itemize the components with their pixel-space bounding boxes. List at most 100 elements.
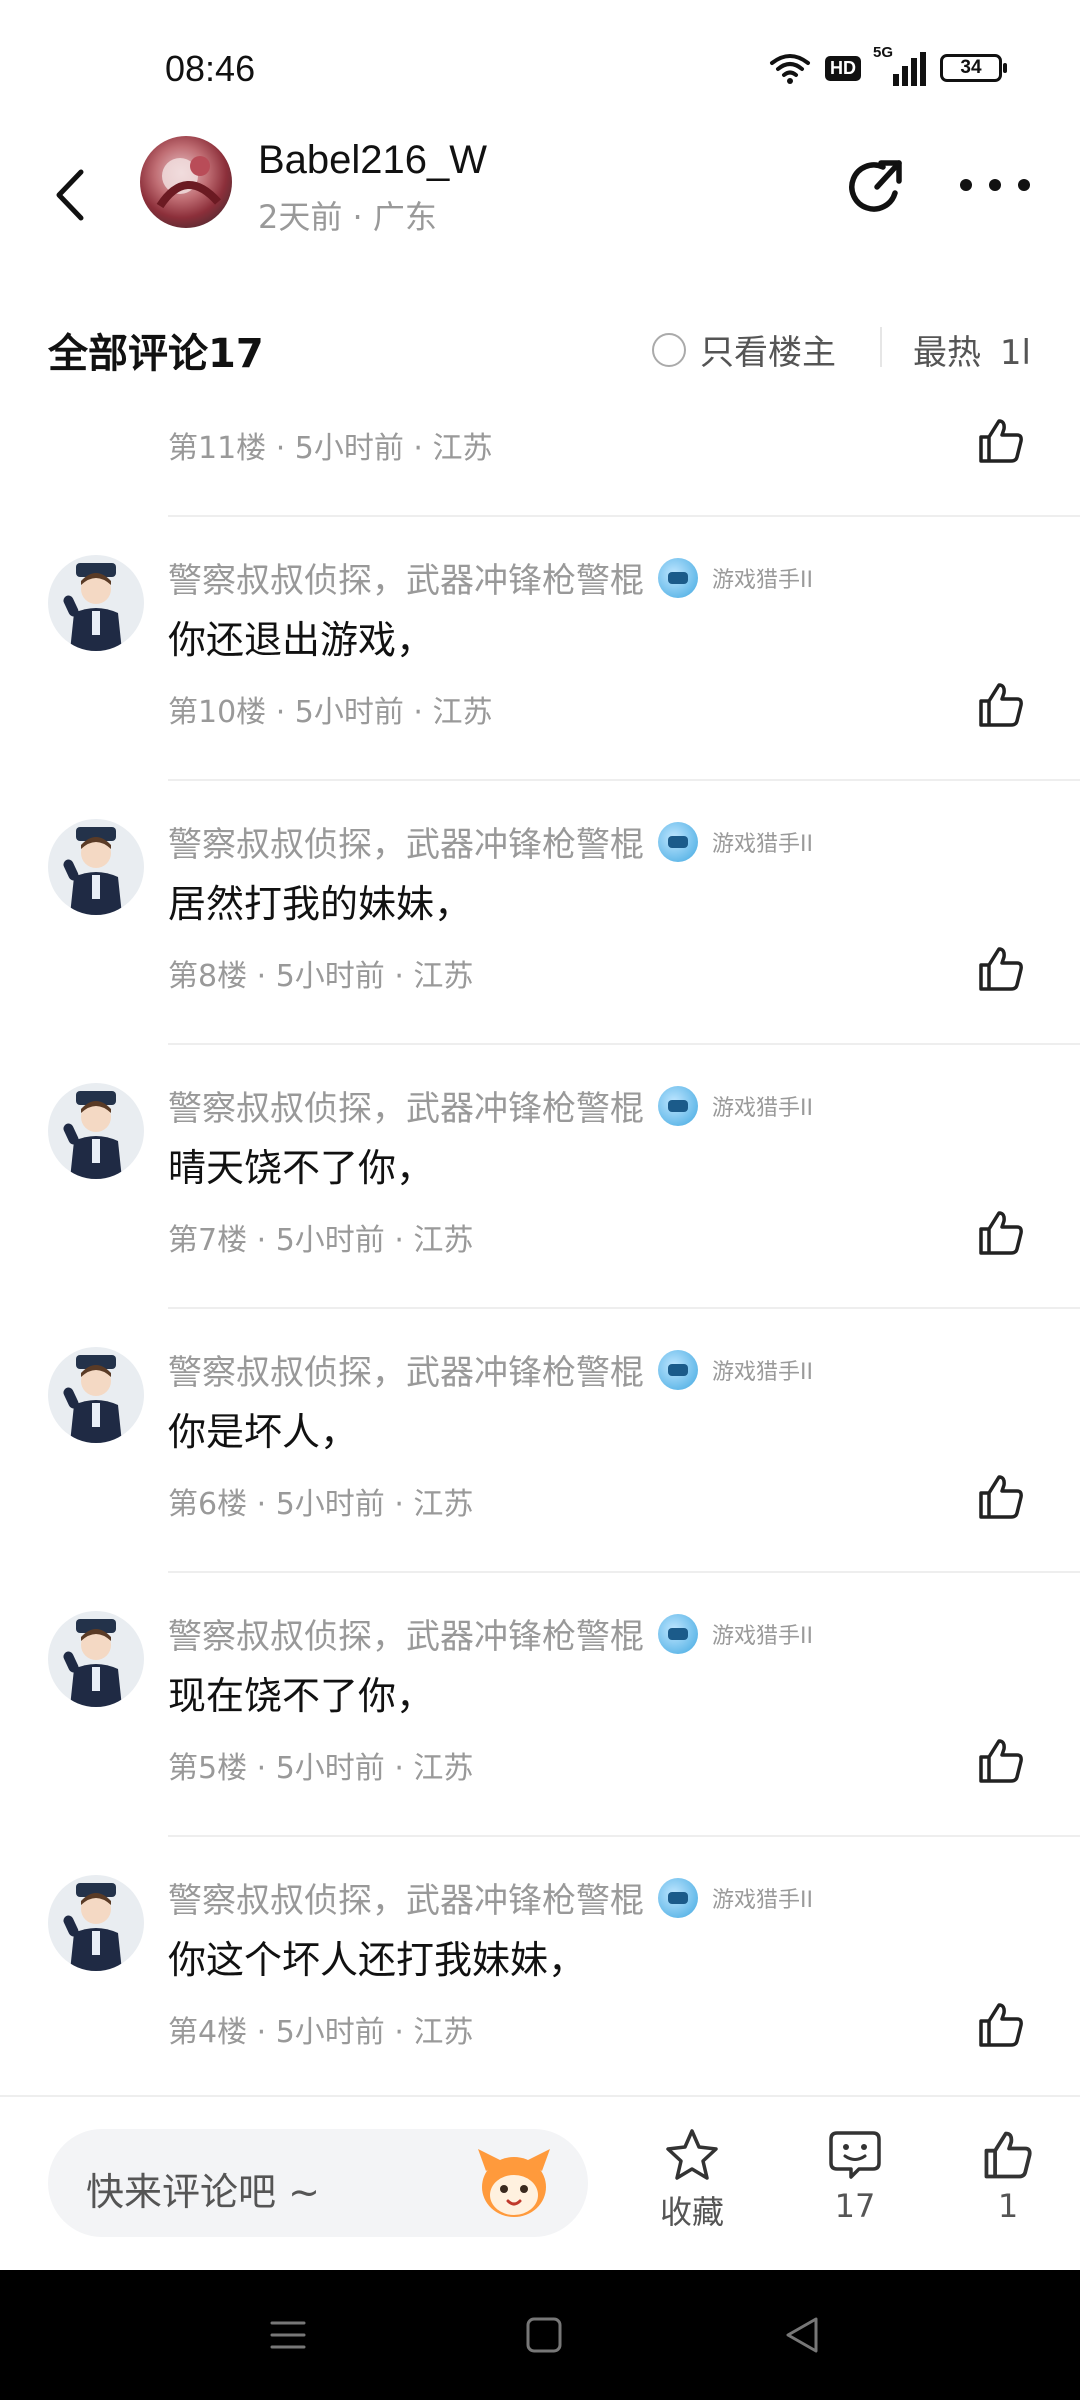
comment-meta: 第8楼 · 5小时前 · 江苏 xyxy=(168,959,474,994)
comments-title: 全部评论17 xyxy=(48,331,264,377)
thumbs-up-icon xyxy=(979,947,1023,991)
bottom-action-bar: 快来评论吧 ~ 收藏 17 1 xyxy=(0,2095,1080,2270)
police-avatar-icon xyxy=(63,1355,122,1443)
user-avatar[interactable] xyxy=(48,1875,144,1971)
comment-input[interactable]: 快来评论吧 ~ xyxy=(48,2129,588,2237)
dot-icon xyxy=(989,179,1001,191)
comment-user-row: 警察叔叔侦探，武器冲锋枪警棍 游戏猎手II xyxy=(168,1873,813,1922)
sort-label: 最热 xyxy=(913,333,981,373)
comment-username[interactable]: 警察叔叔侦探，武器冲锋枪警棍 xyxy=(168,553,644,602)
chevron-left-icon xyxy=(56,169,84,221)
sort-icon: 1l xyxy=(999,333,1031,373)
triangle-back-icon xyxy=(786,2317,818,2353)
thumbs-up-icon xyxy=(979,683,1023,727)
comment-username[interactable]: 警察叔叔侦探，武器冲锋枪警棍 xyxy=(168,1081,644,1130)
comment-meta: 第10楼 · 5小时前 · 江苏 xyxy=(168,695,493,730)
level-label: 游戏猎手II xyxy=(712,1359,813,1385)
wifi-icon xyxy=(770,54,810,84)
comment-meta: 第7楼 · 5小时前 · 江苏 xyxy=(168,1223,474,1258)
avatar-art-icon xyxy=(156,156,221,209)
level-badge-icon xyxy=(658,1613,698,1654)
share-icon xyxy=(849,160,902,212)
thumbs-up-icon xyxy=(979,1739,1023,1783)
comment-item[interactable]: 警察叔叔侦探，武器冲锋枪警棍 游戏猎手II 晴天饶不了你， 第7楼 · 5小时前… xyxy=(0,1045,1080,1309)
like-button[interactable] xyxy=(975,1471,1027,1523)
recent-apps-button[interactable] xyxy=(258,2310,318,2360)
like-button[interactable] xyxy=(975,415,1027,467)
comment-text: 居然打我的妹妹， xyxy=(168,882,473,926)
level-label: 游戏猎手II xyxy=(712,1887,813,1913)
author-meta: 2天前 · 广东 xyxy=(258,198,437,236)
home-button[interactable] xyxy=(514,2310,574,2360)
comment-user-row: 警察叔叔侦探，武器冲锋枪警棍 游戏猎手II xyxy=(168,1081,813,1130)
status-bar: 08:46 HD 5G 34 xyxy=(0,0,1080,130)
thumbs-up-icon xyxy=(979,1211,1023,1255)
level-label: 游戏猎手II xyxy=(712,1623,813,1649)
user-avatar[interactable] xyxy=(48,555,144,651)
battery-icon: 34 xyxy=(940,54,1007,82)
comment-text: 现在饶不了你， xyxy=(168,1674,435,1718)
like-button[interactable] xyxy=(975,1999,1027,2051)
user-avatar[interactable] xyxy=(48,819,144,915)
back-button[interactable] xyxy=(45,160,95,230)
like-count: 1 xyxy=(997,2187,1019,2225)
comments-list[interactable]: 第11楼 · 5小时前 · 江苏 警察叔叔侦探，武器冲锋枪警棍 游戏猎手II 你… xyxy=(0,385,1080,2095)
star-icon xyxy=(666,2129,718,2180)
share-button[interactable] xyxy=(845,155,909,219)
comment-item[interactable]: 警察叔叔侦探，武器冲锋枪警棍 游戏猎手II 居然打我的妹妹， 第8楼 · 5小时… xyxy=(0,781,1080,1045)
level-badge-icon xyxy=(658,1085,698,1126)
level-badge-icon xyxy=(658,557,698,598)
level-badge-icon xyxy=(658,1349,698,1390)
comment-text: 晴天饶不了你， xyxy=(168,1146,435,1190)
comment-user-row: 警察叔叔侦探，武器冲锋枪警棍 游戏猎手II xyxy=(168,817,813,866)
favorite-button[interactable]: 收藏 xyxy=(632,2127,752,2233)
back-nav-button[interactable] xyxy=(772,2310,832,2360)
thumbs-up-icon xyxy=(979,2003,1023,2047)
like-button[interactable] xyxy=(975,1207,1027,1259)
level-label: 游戏猎手II xyxy=(712,1095,813,1121)
favorite-label: 收藏 xyxy=(659,2193,724,2231)
level-badge-icon xyxy=(658,821,698,862)
level-badge-icon xyxy=(658,1877,698,1918)
like-button[interactable] xyxy=(975,943,1027,995)
comment-meta: 第4楼 · 5小时前 · 江苏 xyxy=(168,2015,474,2050)
comment-username[interactable]: 警察叔叔侦探，武器冲锋枪警棍 xyxy=(168,1345,644,1394)
comment-user-row: 警察叔叔侦探，武器冲锋枪警棍 游戏猎手II xyxy=(168,553,813,602)
square-home-icon xyxy=(526,2317,562,2353)
author-name[interactable]: Babel216_W xyxy=(258,138,487,183)
like-button[interactable] xyxy=(975,679,1027,731)
comment-text: 你还退出游戏， xyxy=(168,618,435,662)
level-label: 游戏猎手II xyxy=(712,567,813,593)
comment-username[interactable]: 警察叔叔侦探，武器冲锋枪警棍 xyxy=(168,1609,644,1658)
only-op-toggle[interactable]: 只看楼主 xyxy=(652,325,836,374)
author-avatar[interactable] xyxy=(140,136,232,228)
comment-item[interactable]: 警察叔叔侦探，武器冲锋枪警棍 游戏猎手II 你这个坏人还打我妹妹， 第4楼 · … xyxy=(0,1837,1080,2095)
like-post-button[interactable]: 1 xyxy=(948,2127,1068,2225)
police-avatar-icon xyxy=(63,1091,122,1179)
police-avatar-icon xyxy=(63,1883,122,1971)
comment-username[interactable]: 警察叔叔侦探，武器冲锋枪警棍 xyxy=(168,1873,644,1922)
comment-text: 你这个坏人还打我妹妹， xyxy=(168,1938,587,1982)
like-button[interactable] xyxy=(975,1735,1027,1787)
comment-item[interactable]: 警察叔叔侦探，武器冲锋枪警棍 游戏猎手II 你还退出游戏， 第10楼 · 5小时… xyxy=(0,517,1080,781)
user-avatar[interactable] xyxy=(48,1611,144,1707)
comment-button[interactable]: 17 xyxy=(795,2127,915,2225)
user-avatar[interactable] xyxy=(48,1347,144,1443)
comments-header: 全部评论17 只看楼主 最热 1l xyxy=(0,305,1080,385)
comment-count: 17 xyxy=(834,2187,876,2225)
comment-meta: 第6楼 · 5小时前 · 江苏 xyxy=(168,1487,474,1522)
comment-item[interactable]: 警察叔叔侦探，武器冲锋枪警棍 游戏猎手II 你是坏人， 第6楼 · 5小时前 ·… xyxy=(0,1309,1080,1573)
comment-input-placeholder: 快来评论吧 ~ xyxy=(86,2170,320,2214)
thumbs-up-icon xyxy=(979,1475,1023,1519)
mascot-emoji-icon[interactable] xyxy=(472,2143,556,2223)
comment-item[interactable]: 警察叔叔侦探，武器冲锋枪警棍 游戏猎手II 现在饶不了你， 第5楼 · 5小时前… xyxy=(0,1573,1080,1837)
thumbs-up-icon xyxy=(984,2131,1032,2179)
comment-username[interactable]: 警察叔叔侦探，武器冲锋枪警棍 xyxy=(168,817,644,866)
more-options-button[interactable] xyxy=(960,170,1030,200)
sort-button[interactable]: 最热 1l xyxy=(913,325,1031,374)
thumbs-up-icon xyxy=(979,419,1023,463)
menu-icon xyxy=(270,2321,306,2349)
comment-text: 你是坏人， xyxy=(168,1410,359,1454)
comment-user-row: 警察叔叔侦探，武器冲锋枪警棍 游戏猎手II xyxy=(168,1609,813,1658)
user-avatar[interactable] xyxy=(48,1083,144,1179)
